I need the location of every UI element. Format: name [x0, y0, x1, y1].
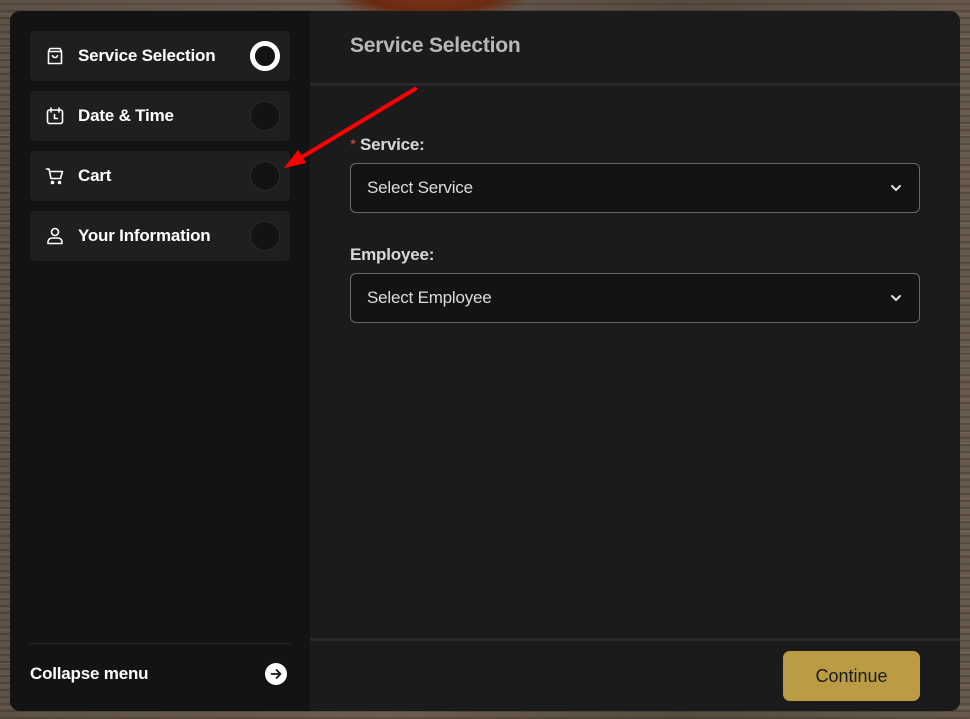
user-icon: [44, 225, 66, 247]
employee-select[interactable]: Select Employee: [350, 273, 920, 323]
sidebar-item-label: Service Selection: [78, 46, 215, 66]
sidebar-item-your-information[interactable]: Your Information: [30, 211, 290, 261]
employee-field: Employee: Select Employee: [350, 245, 920, 323]
sidebar: Service Selection Date & Time Cart: [10, 11, 310, 711]
calendar-clock-icon: [44, 105, 66, 127]
sidebar-item-service-selection[interactable]: Service Selection: [30, 31, 290, 81]
arrow-right-circle-icon[interactable]: [265, 663, 287, 685]
service-label-text: Service:: [360, 135, 425, 154]
required-marker: *: [350, 137, 356, 154]
chevron-down-icon: [889, 181, 903, 195]
continue-button[interactable]: Continue: [783, 651, 920, 701]
cart-icon: [44, 165, 66, 187]
service-field: *Service: Select Service: [350, 135, 920, 213]
collapse-menu-label: Collapse menu: [30, 664, 148, 684]
shopping-bag-icon: [44, 45, 66, 67]
collapse-menu-button[interactable]: Collapse menu: [30, 659, 290, 689]
sidebar-item-label: Your Information: [78, 226, 210, 246]
step-status: [250, 101, 280, 131]
employee-label: Employee:: [350, 245, 920, 273]
step-status: [250, 161, 280, 191]
page-title: Service Selection: [350, 34, 960, 58]
service-select-value: Select Service: [367, 178, 473, 198]
booking-panel: Service Selection Date & Time Cart: [10, 11, 960, 711]
sidebar-item-label: Date & Time: [78, 106, 174, 126]
service-label: *Service:: [350, 135, 920, 163]
step-status: [250, 221, 280, 251]
main-content: Service Selection *Service: Select Servi…: [310, 11, 960, 711]
main-header: Service Selection: [310, 11, 960, 86]
sidebar-item-date-time[interactable]: Date & Time: [30, 91, 290, 141]
sidebar-item-cart[interactable]: Cart: [30, 151, 290, 201]
employee-select-value: Select Employee: [367, 288, 492, 308]
sidebar-item-label: Cart: [78, 166, 111, 186]
chevron-down-icon: [889, 291, 903, 305]
main-footer: Continue: [310, 638, 960, 711]
step-status-active: [250, 41, 280, 71]
sidebar-divider: [30, 643, 290, 644]
service-select[interactable]: Select Service: [350, 163, 920, 213]
